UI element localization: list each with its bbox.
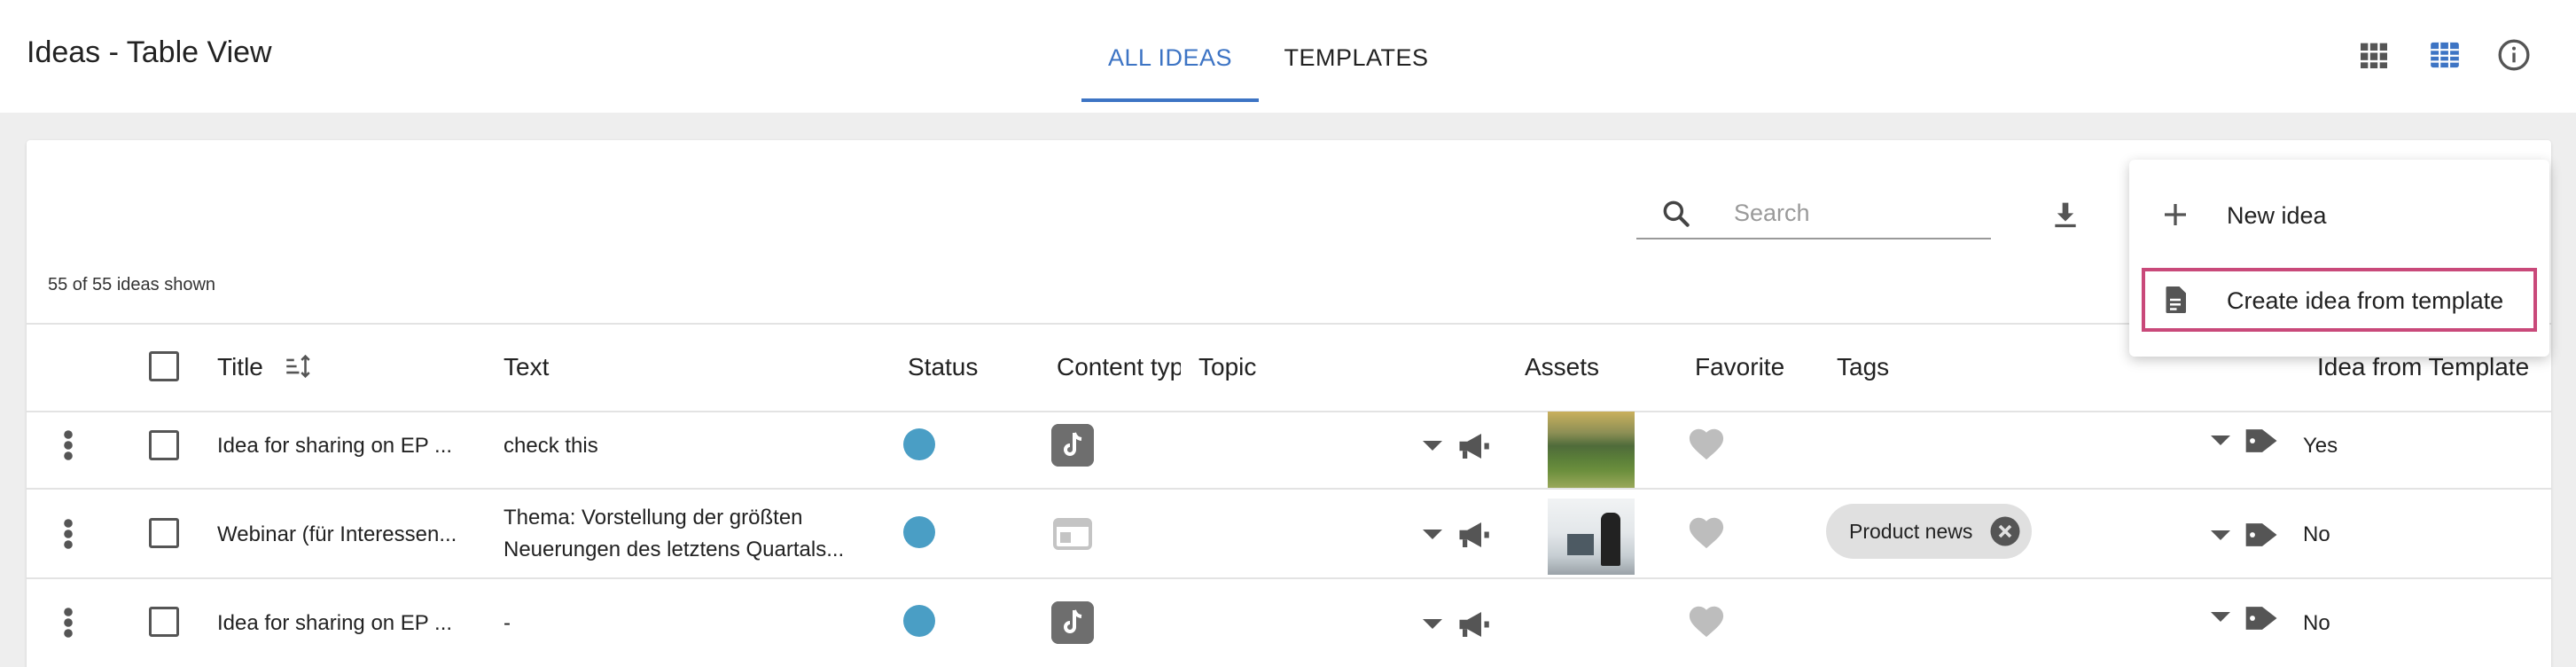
row-menu-icon[interactable] — [63, 518, 74, 550]
tag-icon[interactable] — [2243, 601, 2282, 635]
asset-thumbnail[interactable] — [1548, 498, 1635, 575]
tags-dropdown-icon[interactable] — [2211, 530, 2230, 540]
tag-chip[interactable]: Product news — [1826, 504, 2032, 559]
tiktok-icon — [1051, 424, 1094, 467]
divider — [27, 577, 2551, 579]
column-topic: Topic — [1198, 353, 1257, 381]
plus-icon — [2165, 204, 2186, 225]
column-favorite: Favorite — [1695, 353, 1785, 381]
row-checkbox[interactable] — [149, 607, 179, 637]
topic-dropdown-icon[interactable] — [1423, 441, 1442, 451]
menu-item-label: New idea — [2227, 202, 2327, 229]
tiktok-icon — [1051, 601, 1094, 644]
favorite-heart-icon[interactable] — [1686, 424, 1727, 461]
row-menu-icon[interactable] — [63, 429, 74, 461]
tab-all-ideas[interactable]: ALL IDEAS — [1081, 44, 1259, 72]
create-idea-menu: New idea Create idea from template — [2129, 160, 2549, 357]
column-content-type: Content typ — [1057, 353, 1181, 381]
column-assets: Assets — [1525, 353, 1600, 381]
status-indicator — [903, 605, 935, 637]
row-title[interactable]: Idea for sharing on EP ... — [217, 611, 452, 636]
search-icon — [1663, 200, 1690, 227]
row-title[interactable]: Webinar (für Interessen... — [217, 522, 457, 547]
topic-dropdown-icon[interactable] — [1423, 530, 1442, 539]
row-checkbox[interactable] — [149, 518, 179, 548]
row-checkbox[interactable] — [149, 430, 179, 460]
web-page-icon — [1053, 518, 1092, 550]
info-icon[interactable] — [2496, 37, 2532, 73]
menu-item-new-idea[interactable]: New idea — [2142, 183, 2537, 247]
from-template-value: No — [2303, 522, 2330, 546]
remove-tag-icon[interactable] — [1989, 515, 2021, 547]
row-text-line-2: Neuerungen des letztens Quartals... — [503, 538, 845, 561]
tag-icon[interactable] — [2243, 518, 2282, 552]
status-indicator — [903, 428, 935, 460]
column-status: Status — [908, 353, 979, 381]
tags-dropdown-icon[interactable] — [2211, 436, 2230, 445]
menu-item-create-from-template[interactable]: Create idea from template — [2142, 268, 2537, 332]
megaphone-icon — [1459, 522, 1489, 547]
row-menu-icon[interactable] — [63, 607, 74, 639]
tag-chip-label: Product news — [1849, 520, 1973, 543]
download-icon[interactable] — [2048, 197, 2083, 232]
topic-dropdown-icon[interactable] — [1423, 619, 1442, 629]
search-input[interactable] — [1734, 199, 1982, 227]
megaphone-icon — [1459, 612, 1489, 637]
table-view-icon[interactable] — [2427, 37, 2463, 73]
tab-templates[interactable]: TEMPLATES — [1268, 44, 1445, 72]
row-text-line-1: Thema: Vorstellung der größten — [503, 506, 803, 530]
megaphone-icon — [1459, 434, 1489, 459]
grid-view-icon[interactable] — [2356, 37, 2392, 73]
row-text: check this — [503, 434, 598, 458]
column-tags: Tags — [1837, 353, 1890, 381]
menu-item-label: Create idea from template — [2227, 287, 2504, 314]
tags-dropdown-icon[interactable] — [2211, 612, 2230, 622]
active-tab-indicator — [1081, 98, 1259, 102]
favorite-heart-icon[interactable] — [1686, 513, 1727, 550]
tag-icon[interactable] — [2243, 424, 2282, 458]
search-box — [1636, 186, 1991, 239]
divider — [27, 488, 2551, 490]
page-title: Ideas - Table View — [27, 35, 272, 69]
row-text: - — [503, 611, 511, 635]
ideas-count: 55 of 55 ideas shown — [48, 275, 216, 294]
column-text: Text — [503, 353, 550, 381]
column-title[interactable]: Title — [217, 353, 263, 381]
select-all-checkbox[interactable] — [149, 351, 179, 381]
from-template-value: Yes — [2303, 434, 2338, 458]
favorite-heart-icon[interactable] — [1686, 601, 1727, 639]
from-template-value: No — [2303, 611, 2330, 635]
status-indicator — [903, 516, 935, 548]
asset-thumbnail[interactable] — [1548, 412, 1635, 488]
sort-icon[interactable] — [282, 351, 314, 381]
document-icon — [2166, 286, 2186, 313]
app-header: Ideas - Table View ALL IDEAS TEMPLATES — [0, 0, 2576, 113]
row-title[interactable]: Idea for sharing on EP ... — [217, 434, 452, 459]
column-idea-from-template: Idea from Template — [2317, 353, 2530, 381]
divider — [27, 411, 2551, 412]
